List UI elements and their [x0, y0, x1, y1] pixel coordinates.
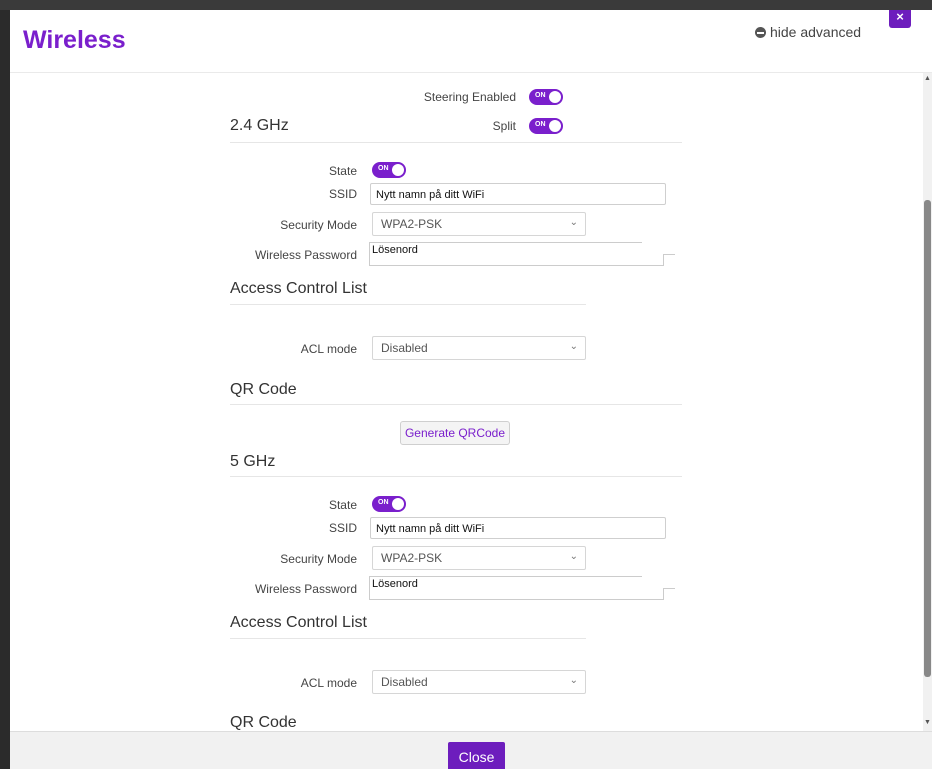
wireless-password-label: Wireless Password — [254, 248, 357, 262]
acl-mode-label: ACL mode — [300, 676, 357, 690]
backdrop — [0, 0, 932, 10]
qr-code-title: QR Code — [230, 381, 297, 398]
steering-enabled-label: Steering Enabled — [423, 90, 516, 104]
minus-circle-icon — [755, 26, 766, 38]
generate-qrcode-button[interactable]: Generate QRCode — [400, 421, 510, 445]
toggle-on-text: ON — [378, 165, 389, 172]
steering-enabled-toggle[interactable]: ON — [529, 89, 563, 105]
toggle-on-text: ON — [535, 92, 546, 99]
chevron-down-icon: ⌄ — [569, 341, 578, 352]
band-24-ssid-input[interactable]: Nytt namn på ditt WiFi — [370, 183, 666, 205]
divider — [230, 404, 682, 405]
chevron-down-icon: ⌄ — [569, 551, 578, 562]
band-24-title: 2.4 GHz — [230, 117, 289, 134]
divider — [230, 142, 682, 143]
acl-value: Disabled — [381, 341, 428, 355]
wireless-modal: Wireless hide advanced × Steering Enable… — [10, 10, 932, 769]
security-mode-label: Security Mode — [280, 218, 357, 232]
state-label: State — [328, 164, 357, 178]
band-24-state-toggle[interactable]: ON — [372, 162, 406, 178]
divider — [230, 476, 682, 477]
split-label: Split — [492, 119, 516, 133]
acl-title: Access Control List — [230, 280, 367, 297]
security-value: WPA2-PSK — [381, 551, 443, 565]
band-5-security-select[interactable]: WPA2-PSK ⌄ — [372, 546, 586, 570]
chevron-down-icon: ⌄ — [569, 217, 578, 228]
security-mode-label: Security Mode — [280, 552, 357, 566]
modal-body[interactable]: Steering Enabled ON 2.4 GHz Split ON Sta… — [10, 73, 932, 731]
hide-advanced-label: hide advanced — [770, 24, 862, 40]
acl-mode-label: ACL mode — [300, 342, 357, 356]
band-5-title: 5 GHz — [230, 453, 276, 470]
hide-advanced-link[interactable]: hide advanced — [755, 24, 861, 40]
divider — [230, 304, 586, 305]
toggle-knob — [392, 498, 404, 510]
modal-title: Wireless — [23, 26, 126, 54]
password-value: Lösenord — [372, 578, 418, 590]
qr-code-title: QR Code — [230, 714, 297, 731]
band-5-acl-select[interactable]: Disabled ⌄ — [372, 670, 586, 694]
toggle-knob — [549, 91, 561, 103]
scrollbar[interactable]: ▲ ▼ — [923, 73, 932, 731]
band-24-security-select[interactable]: WPA2-PSK ⌄ — [372, 212, 586, 236]
scroll-up-icon[interactable]: ▲ — [924, 75, 931, 82]
password-value: Lösenord — [372, 244, 418, 256]
toggle-on-text: ON — [378, 499, 389, 506]
state-label: State — [328, 498, 357, 512]
ssid-label: SSID — [328, 521, 357, 535]
divider — [230, 638, 586, 639]
scroll-down-icon[interactable]: ▼ — [924, 719, 931, 726]
close-button[interactable]: Close — [448, 742, 505, 769]
scrollbar-thumb[interactable] — [924, 200, 931, 677]
band-24-acl-select[interactable]: Disabled ⌄ — [372, 336, 586, 360]
toggle-knob — [549, 120, 561, 132]
toggle-knob — [392, 164, 404, 176]
chevron-down-icon: ⌄ — [569, 675, 578, 686]
toggle-on-text: ON — [535, 121, 546, 128]
wireless-password-label: Wireless Password — [254, 582, 357, 596]
ssid-label: SSID — [328, 187, 357, 201]
security-value: WPA2-PSK — [381, 217, 443, 231]
modal-header: Wireless hide advanced — [10, 10, 932, 73]
close-icon[interactable]: × — [889, 10, 911, 28]
acl-value: Disabled — [381, 675, 428, 689]
band-5-ssid-input[interactable]: Nytt namn på ditt WiFi — [370, 517, 666, 539]
modal-footer: Close — [10, 731, 932, 769]
band-5-state-toggle[interactable]: ON — [372, 496, 406, 512]
split-toggle[interactable]: ON — [529, 118, 563, 134]
acl-title: Access Control List — [230, 614, 367, 631]
